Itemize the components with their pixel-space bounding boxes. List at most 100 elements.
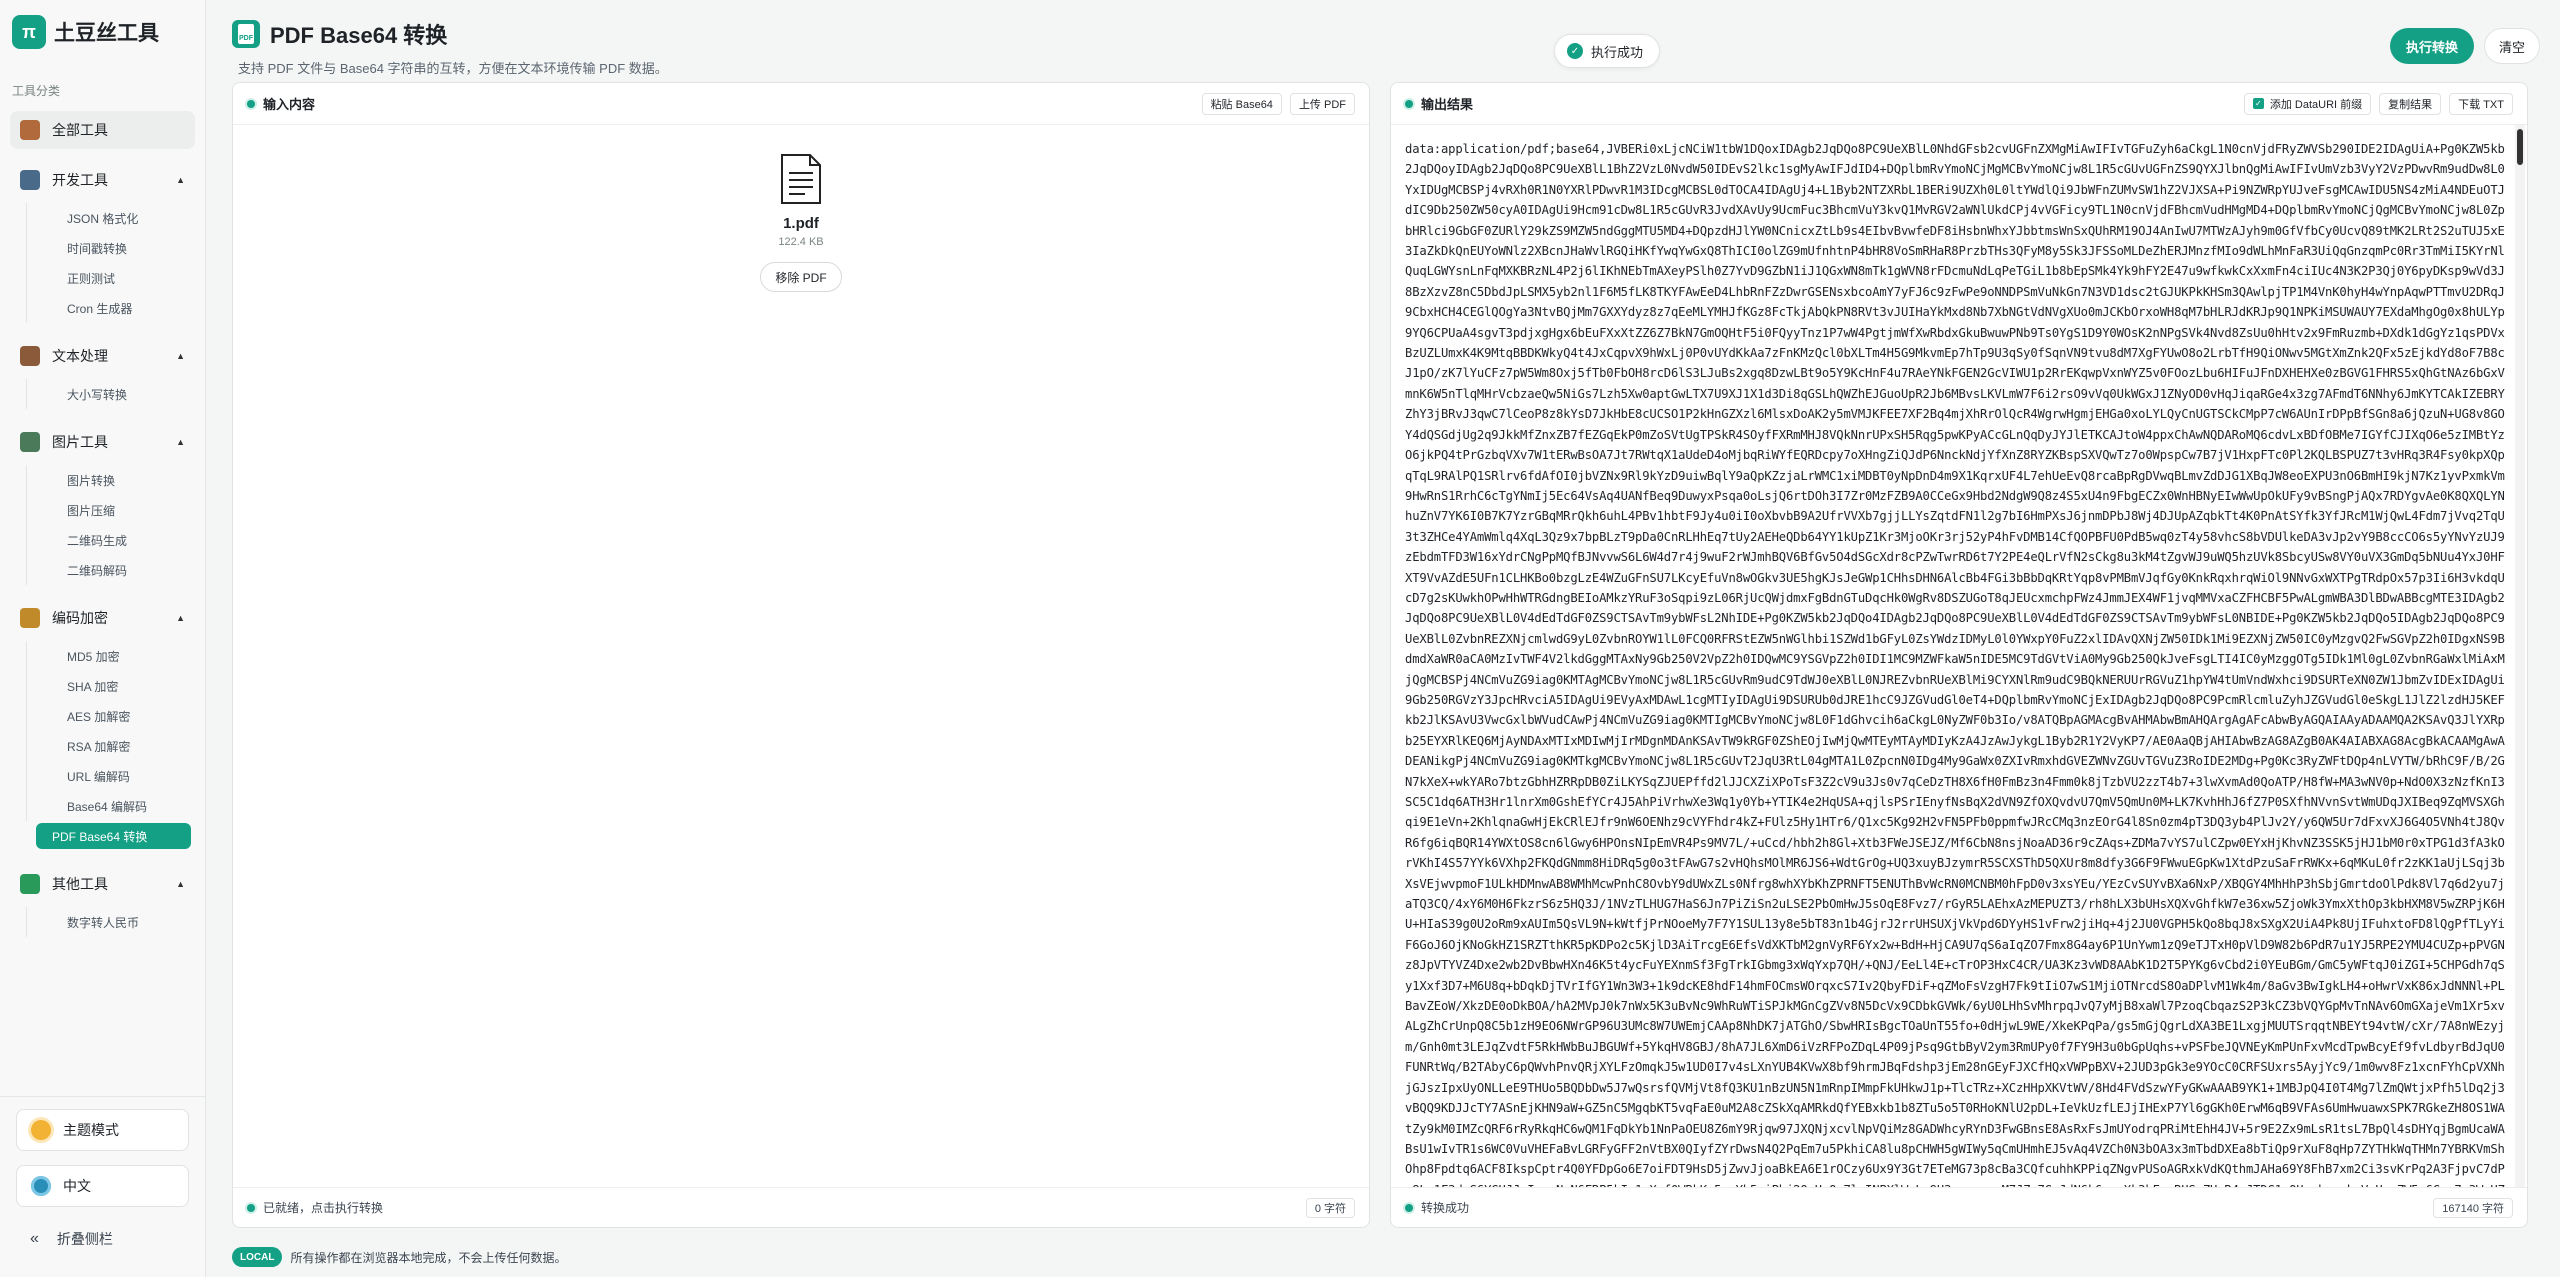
nav-group: 全部工具 [10,111,195,157]
sidebar-item-group[interactable]: 全部工具 [10,111,195,149]
sidebar-subitem[interactable]: 正则测试 [26,263,195,293]
globe-icon [31,1176,51,1196]
sidebar-item-group[interactable]: 图片工具 ▲ [10,423,195,461]
sidebar-subitem[interactable]: RSA 加解密 [26,731,195,761]
sidebar-bottom: 主题模式 中文 « 折叠侧栏 [0,1096,205,1277]
language-button[interactable]: 中文 [16,1165,189,1207]
output-panel-body: data:application/pdf;base64,JVBERi0xLjcN… [1391,125,2527,1187]
nav-group: 开发工具 ▲ JSON 格式化 时间戳转换 正则测试 Cron 生成器 [10,161,195,333]
input-status-text: 已就绪，点击执行转换 [263,1201,384,1215]
output-panel: 输出结果 ✓ 添加 DataURI 前缀 复制结果 下载 TXT data:ap… [1390,82,2528,1228]
datauri-label: 添加 DataURI 前缀 [2269,98,2363,111]
upload-pdf-button[interactable]: 上传 PDF [1289,92,1355,115]
sidebar-subitem[interactable]: AES 加解密 [26,701,195,731]
app-root: π 土豆丝工具 工具分类 全部工具开发工具 ▲ JSON 格式化 时间戳转换 正则测试 C… [0,0,2560,1277]
toast-text: 执行成功 [1591,44,1644,60]
sun-icon [31,1120,51,1140]
clear-button[interactable]: 清空 [2483,28,2540,64]
page-title: PDF Base64 转换 [270,23,448,48]
copy-result-button[interactable]: 复制结果 [2379,92,2442,115]
output-panel-title: 输出结果 [1421,97,1474,112]
sidebar-item-label: 图片工具 [52,434,108,450]
theme-mode-label: 主题模式 [63,1122,119,1138]
datauri-prefix-toggle[interactable]: ✓ 添加 DataURI 前缀 [2243,92,2372,115]
panels: 输入内容 粘贴 Base64 上传 PDF 1.pdf 122.4 KB 移除 … [232,82,2540,1228]
nav-group: 图片工具 ▲ 图片转换 图片压缩 二维码生成 二维码解码 [10,423,195,595]
status-dot-icon [1405,1203,1413,1212]
sidebar-item-label: 文本处理 [52,348,108,364]
scroll-thumb[interactable] [2517,129,2523,165]
chevron-up-icon: ▲ [176,175,185,185]
notebook-icon [20,346,40,366]
run-convert-button[interactable]: 执行转换 [2389,28,2474,64]
nav-group: 其他工具 ▲ 数字转人民币 [10,865,195,947]
chevron-up-icon: ▲ [176,879,185,889]
sidebar-item-group[interactable]: 编码加密 ▲ [10,599,195,637]
input-panel-body: 1.pdf 122.4 KB 移除 PDF [233,125,1369,1187]
picture-icon [20,432,40,452]
output-panel-footer: 转换成功 167140 字符 [1391,1187,2527,1227]
file-card: 1.pdf 122.4 KB 移除 PDF [233,125,1369,292]
sidebar-subitem[interactable]: SHA 加密 [26,671,195,701]
puzzle-icon [20,874,40,894]
chevron-up-icon: ▲ [176,613,185,623]
sidebar-item-group[interactable]: 开发工具 ▲ [10,161,195,199]
collapse-label: 折叠侧栏 [56,1231,113,1247]
checkbox-checked-icon: ✓ [2252,98,2264,109]
sidebar-nav: 全部工具 开发工具 ▲ JSON 格式化 时间戳转换 正则测试 Cron 生成器 文本处理 ▲ 大… [0,111,205,947]
file-name: 1.pdf [783,215,819,232]
success-toast: ✓ 执行成功 [1554,34,1661,68]
output-textarea[interactable]: data:application/pdf;base64,JVBERi0xLjcN… [1391,125,2527,1187]
sidebar-subitem[interactable]: 图片转换 [26,465,195,495]
page-footer: LOCAL 所有操作都在浏览器本地完成，不会上传任何数据。 [232,1247,566,1267]
sidebar-subitem[interactable]: MD5 加密 [26,641,195,671]
brand-name: 土豆丝工具 [54,22,159,45]
download-txt-button[interactable]: 下载 TXT [2449,92,2513,115]
nav-group: 编码加密 ▲ MD5 加密 SHA 加密 AES 加解密 RSA 加解密 URL 编解码 Ba… [10,599,195,861]
input-panel-header: 输入内容 粘贴 Base64 上传 PDF [233,83,1369,125]
sidebar-section-label: 工具分类 [12,84,61,98]
sidebar-subitem[interactable]: 二维码生成 [26,525,195,555]
page-header: PDF PDF Base64 转换 支持 PDF 文件与 Base64 字符串的… [232,0,2540,76]
sidebar-subitem[interactable]: JSON 格式化 [26,203,195,233]
double-chevron-left-icon: « [30,1230,39,1247]
sidebar-subitem[interactable]: 图片压缩 [26,495,195,525]
brand[interactable]: π 土豆丝工具 [0,0,205,64]
output-panel-header: 输出结果 ✓ 添加 DataURI 前缀 复制结果 下载 TXT [1391,83,2527,125]
paste-base64-button[interactable]: 粘贴 Base64 [1201,92,1282,115]
sidebar-subitem[interactable]: Base64 编解码 [26,791,195,821]
sidebar-item-group[interactable]: 文本处理 ▲ [10,337,195,375]
sidebar-subitem[interactable]: URL 编解码 [26,761,195,791]
main-content: PDF PDF Base64 转换 支持 PDF 文件与 Base64 字符串的… [206,0,2560,1277]
pdf-file-icon: PDF [232,20,260,48]
output-status-text: 转换成功 [1421,1201,1470,1215]
nav-group: 文本处理 ▲ 大小写转换 [10,337,195,419]
status-dot-icon [247,99,255,108]
sidebar-item-group[interactable]: 其他工具 ▲ [10,865,195,903]
sidebar-item-label: 全部工具 [52,122,108,138]
sidebar-subitem[interactable]: 大小写转换 [26,379,195,409]
sidebar-subitem[interactable]: PDF Base64 转换 [36,823,191,849]
input-panel: 输入内容 粘贴 Base64 上传 PDF 1.pdf 122.4 KB 移除 … [232,82,1370,1228]
sidebar-subitem[interactable]: 数字转人民币 [26,907,195,937]
sidebar: π 土豆丝工具 工具分类 全部工具开发工具 ▲ JSON 格式化 时间戳转换 正则测试 C… [0,0,206,1277]
status-dot-icon [247,1203,255,1212]
sidebar-subitem[interactable]: 时间戳转换 [26,233,195,263]
input-panel-footer: 已就绪，点击执行转换 0 字符 [233,1187,1369,1227]
output-scrollbar[interactable] [2515,125,2525,1187]
status-dot-icon [1405,99,1413,108]
local-badge: LOCAL [232,1247,283,1267]
chevron-up-icon: ▲ [176,437,185,447]
theme-mode-button[interactable]: 主题模式 [16,1109,189,1151]
sidebar-subitem[interactable]: 二维码解码 [26,555,195,585]
sidebar-item-label: 其他工具 [52,876,108,892]
brand-logo-icon: π [12,15,46,49]
laptop-icon [20,170,40,190]
input-char-count: 0 字符 [1305,1197,1355,1218]
collapse-sidebar-button[interactable]: « 折叠侧栏 [16,1221,189,1257]
sidebar-subitem[interactable]: Cron 生成器 [26,293,195,323]
remove-pdf-button[interactable]: 移除 PDF [760,262,842,292]
sidebar-item-label: 编码加密 [52,610,108,626]
lock-icon [20,608,40,628]
book-icon [20,120,40,140]
